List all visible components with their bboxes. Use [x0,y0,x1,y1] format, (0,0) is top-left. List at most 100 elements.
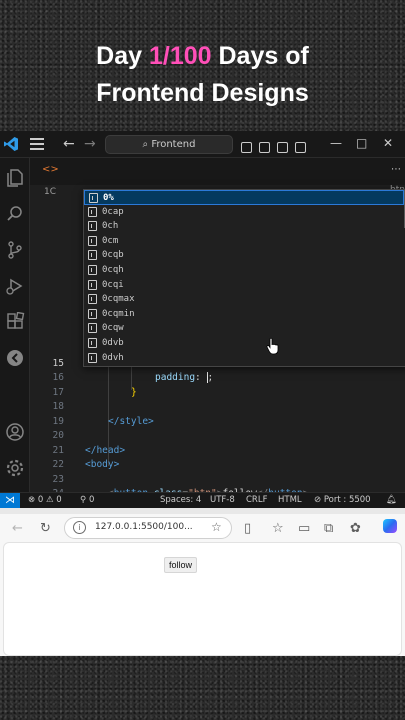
suggestion-item[interactable]: 0ch [84,219,404,234]
status-bar: ⋊ ⊗ 0 ⚠ 0 ⚲ 0 Spaces: 4 UTF-8 CRLF HTML … [0,492,405,508]
url-text: 127.0.0.1:5500/100... [95,522,193,532]
maximize-button[interactable]: □ [356,136,367,150]
search-icon[interactable] [5,204,25,224]
address-bar[interactable]: i 127.0.0.1:5500/100... ☆ [64,517,232,539]
warning-count: 0 [56,495,62,505]
layout-controls [241,138,313,157]
activity-bar [0,158,30,492]
language-selector[interactable]: HTML [278,493,302,508]
ports-icon: ⚲ [80,495,89,505]
suggestion-label: 0dvh [102,352,124,363]
title-bar: ← → ⌕ Frontend — □ ✕ [0,131,405,158]
suggestion-label: 0cm [102,235,119,246]
account-icon[interactable] [5,422,25,442]
follow-button[interactable]: follow [164,557,198,573]
suggestion-label: 0cqmin [102,308,135,319]
unit-icon [88,352,97,363]
minimize-button[interactable]: — [330,136,342,150]
port-label: Port : 5500 [323,495,371,505]
suggestion-item[interactable]: 0cap [84,205,404,220]
unit-icon [88,221,97,232]
favorite-star-icon[interactable]: ☆ [211,520,222,534]
suggestion-label: 0cap [102,206,124,217]
back-arrow-icon[interactable]: ← [12,521,23,536]
remote-indicator-icon[interactable]: ⋊ [0,493,20,508]
live-share-icon[interactable] [5,348,25,368]
suggestion-label: 0cqi [102,279,124,290]
error-icon: ⊗ [28,495,38,505]
code-line: 23 <button class="btn">follow</button> [30,458,375,500]
ports-count: 0 [88,495,95,505]
customize-layout-icon[interactable] [295,142,306,153]
tab-actions-icon[interactable]: ▭ [298,521,310,536]
unit-icon [88,250,97,261]
menu-icon[interactable] [30,138,44,150]
warning-icon: ⚠ [45,495,57,505]
browser-toolbar: ← ↻ i 127.0.0.1:5500/100... ☆ ▯ ☆ ▭ ⧉ ✿ [0,514,405,542]
unit-icon [88,206,97,217]
live-server-port[interactable]: ⊘ Port : 5500 [314,493,371,508]
page-viewport: follow [3,542,402,656]
unit-icon [88,265,97,275]
title-line-2: Frontend Designs [96,79,309,107]
eol-selector[interactable]: CRLF [246,493,267,508]
extensions-puzzle-icon[interactable]: ✿ [350,521,361,536]
suggestion-label: 0cqh [102,265,124,275]
editor-area[interactable]: <> ⋯ 1C btn 15 padding: ; 16 } 17 18 </s… [30,158,405,500]
unit-icon [89,193,98,203]
suggestion-item[interactable]: 0cqb [84,248,404,263]
mouse-pointer-icon [266,337,279,355]
code-line: 21 <body> [30,429,375,471]
suggestion-item[interactable]: 0cqw [84,321,404,336]
suggestion-item[interactable]: 0cm [84,234,404,249]
source-control-icon[interactable] [5,240,25,260]
favorites-icon[interactable]: ☆ [272,521,284,536]
suggestion-label: 0cqw [102,323,124,334]
unit-icon [88,323,97,334]
close-button[interactable]: ✕ [383,136,393,150]
extensions-icon[interactable] [5,311,25,332]
more-actions-icon[interactable]: ⋯ [391,164,401,175]
code-line: 18 </style> [30,386,375,427]
forward-arrow-icon[interactable]: → [84,136,96,152]
suggestion-item[interactable]: 0% [84,190,404,205]
back-arrow-icon[interactable]: ← [63,136,75,152]
suggestion-item[interactable]: 0dvh [84,351,404,366]
code-line: 24 [30,473,375,499]
suggestion-widget[interactable]: 0% 0cap 0ch 0cm 0cqb 0cqh 0cqi 0cqmax 0cqmin 0cqw… [83,189,405,367]
notifications-icon[interactable]: 🔔︎ [386,493,397,508]
split-screen-icon[interactable]: ▯ [244,521,251,536]
copilot-icon[interactable] [383,519,397,533]
editor-tabs: <> ⋯ [30,158,405,185]
command-center[interactable]: ⌕ Frontend [105,135,233,154]
explorer-icon[interactable] [5,168,25,188]
site-info-icon[interactable]: i [73,521,86,534]
collections-icon[interactable]: ⧉ [324,521,333,536]
ports-indicator[interactable]: ⚲ 0 [80,493,94,508]
suggestion-item[interactable]: 0cqi [84,278,404,293]
suggestion-item[interactable]: 0cqmax [84,292,404,307]
code-line: 17 [30,371,375,398]
toggle-secondary-sidebar-icon[interactable] [277,142,288,153]
toggle-panel-icon[interactable] [259,142,270,153]
problems-indicator[interactable]: ⊗ 0 ⚠ 0 [28,493,62,508]
html-file-icon[interactable]: <> [42,164,59,175]
title-accent: 1/100 [148,42,212,70]
toggle-sidebar-icon[interactable] [241,142,252,153]
settings-gear-icon[interactable] [5,458,25,478]
suggestion-label: 0dvb [102,338,124,348]
suggestion-label: 0cqmax [102,294,135,305]
video-title: Day 1/100 Days of Frontend Designs [0,38,405,112]
encoding-selector[interactable]: UTF-8 [210,493,235,508]
reload-icon[interactable]: ↻ [40,521,51,536]
unit-icon [88,308,97,319]
run-debug-icon[interactable] [5,276,25,296]
suggestion-item[interactable]: 0dvb [84,336,404,351]
browser-window: ← ↻ i 127.0.0.1:5500/100... ☆ ▯ ☆ ▭ ⧉ ✿ … [0,508,405,656]
suggestion-item[interactable]: 0cqh [84,263,404,278]
title-line-1: Day 1/100 Days of [0,38,405,75]
indentation-selector[interactable]: Spaces: 4 [160,493,201,508]
suggestion-label: 0% [103,193,114,203]
suggestion-item[interactable]: 0cqmin [84,307,404,322]
unit-icon [88,338,97,348]
